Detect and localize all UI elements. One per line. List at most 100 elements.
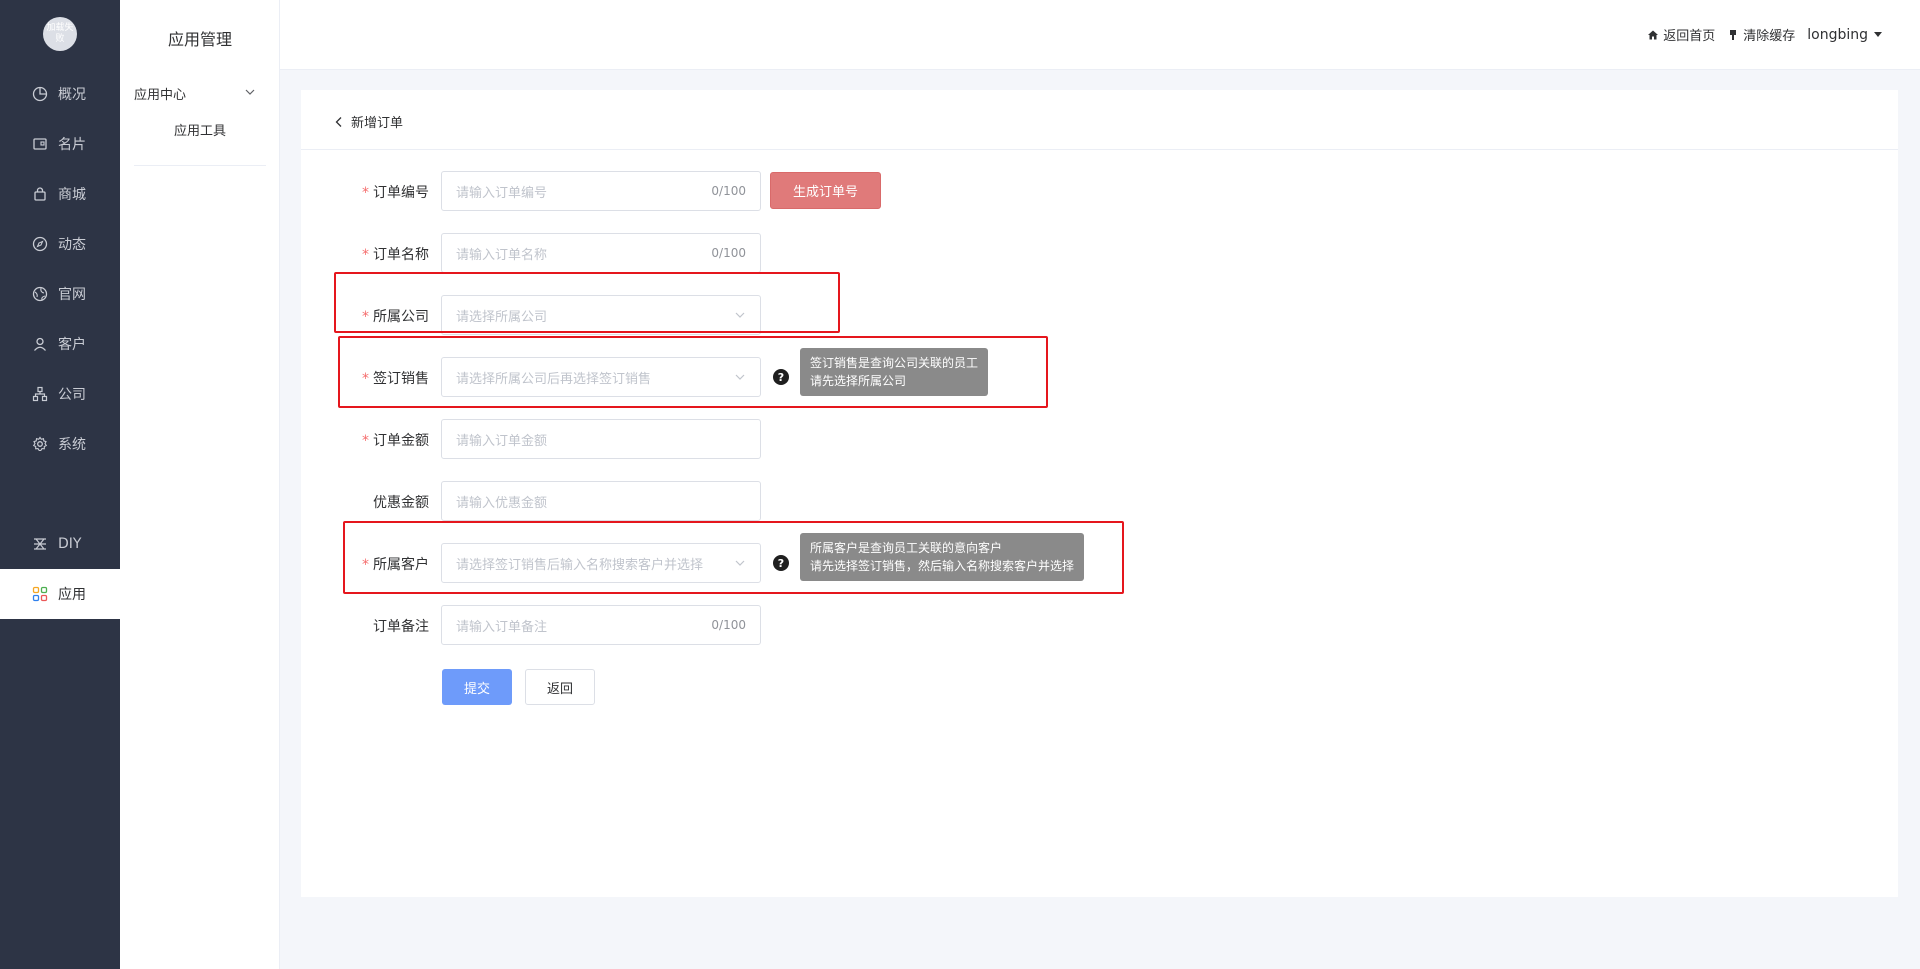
nav-label: 动态 bbox=[58, 237, 86, 253]
card-divider bbox=[301, 149, 1898, 150]
nav-item-shop[interactable]: 商城 bbox=[0, 169, 120, 219]
brush-icon bbox=[1730, 29, 1737, 40]
company-placeholder: 请选择所属公司 bbox=[456, 309, 548, 325]
amount-input[interactable]: 请输入订单金额 bbox=[441, 419, 761, 459]
sales-tip-line1: 签订销售是查询公司关联的员工 bbox=[810, 356, 979, 370]
form-row-remark: 订单备注 请输入订单备注 0/100 bbox=[301, 605, 1301, 645]
customer-label: * 所属客户 bbox=[362, 557, 429, 573]
nav-item-feed[interactable]: 动态 bbox=[0, 219, 120, 269]
nav-label: 名片 bbox=[58, 137, 86, 153]
nav-label: 系统 bbox=[58, 437, 86, 453]
username: longbing bbox=[1807, 26, 1868, 43]
chevron-down-icon[interactable] bbox=[244, 86, 256, 98]
submenu-item-app-tools[interactable]: 应用工具 bbox=[120, 120, 280, 139]
sales-tip-line2: 请先选择所属公司 bbox=[810, 374, 907, 388]
customer-select[interactable]: 请选择签订销售后输入名称搜索客户并选择 bbox=[441, 543, 761, 583]
generate-order-no-button[interactable]: 生成订单号 bbox=[770, 172, 881, 209]
form-row-discount: 优惠金额 请输入优惠金额 bbox=[301, 481, 1301, 521]
remark-count: 0/100 bbox=[711, 618, 746, 632]
home-link[interactable]: 返回首页 bbox=[1647, 25, 1715, 44]
card-icon bbox=[33, 138, 47, 150]
nav-label: 商城 bbox=[58, 187, 86, 203]
discount-placeholder: 请输入优惠金额 bbox=[456, 495, 548, 511]
header-actions: 返回首页 清除缓存 longbing bbox=[1635, 25, 1882, 44]
secondary-sidebar: 应用管理 应用中心 应用工具 bbox=[120, 0, 280, 969]
chevron-down-icon bbox=[735, 374, 745, 380]
nav-item-diy[interactable]: DIY bbox=[0, 519, 120, 569]
nav-label: 应用 bbox=[58, 587, 86, 603]
order-no-count: 0/100 bbox=[711, 184, 746, 198]
chevron-left-icon bbox=[335, 116, 342, 127]
company-label: * 所属公司 bbox=[362, 309, 429, 325]
page-title: 新增订单 bbox=[351, 116, 404, 131]
form-row-order-name: * 订单名称 请输入订单名称 0/100 bbox=[301, 233, 1301, 273]
nav-item-apps[interactable]: 应用 bbox=[0, 569, 120, 619]
nav-label: 客户 bbox=[58, 337, 86, 353]
nav-label: DIY bbox=[58, 536, 82, 552]
company-select[interactable]: 请选择所属公司 bbox=[441, 295, 761, 335]
question-icon[interactable]: ? bbox=[773, 369, 789, 385]
home-label: 返回首页 bbox=[1663, 29, 1716, 44]
chevron-down-icon bbox=[735, 312, 745, 318]
order-name-placeholder: 请输入订单名称 bbox=[456, 247, 548, 263]
form-row-order-no: * 订单编号 请输入订单编号 0/100 生成订单号 bbox=[301, 171, 1301, 211]
main-card: 新增订单 * 订单编号 请输入订单编号 0/100 生成订单号 * 订单名称 请输入… bbox=[301, 90, 1898, 897]
submit-button[interactable]: 提交 bbox=[442, 669, 512, 705]
form-row-amount: * 订单金额 请输入订单金额 bbox=[301, 419, 1301, 459]
user-menu[interactable]: longbing bbox=[1807, 27, 1882, 43]
clear-cache-label: 清除缓存 bbox=[1743, 29, 1796, 44]
nav-item-company[interactable]: 公司 bbox=[0, 369, 120, 419]
logo-avatar[interactable]: 加载失败 bbox=[43, 17, 77, 51]
nav-item-card[interactable]: 名片 bbox=[0, 119, 120, 169]
order-name-label: * 订单名称 bbox=[362, 247, 429, 263]
sales-tooltip: 签订销售是查询公司关联的员工 请先选择所属公司 bbox=[800, 348, 988, 396]
form-row-sales: * 签订销售 请选择所属公司后再选择签订销售 ? 签订销售是查询公司关联的员工 请… bbox=[301, 348, 1301, 397]
remark-placeholder: 请输入订单备注 bbox=[456, 619, 548, 635]
submenu-divider bbox=[134, 165, 266, 166]
discount-input[interactable]: 请输入优惠金额 bbox=[441, 481, 761, 521]
globe-icon bbox=[32, 286, 48, 302]
remark-input[interactable]: 请输入订单备注 0/100 bbox=[441, 605, 761, 645]
shop-bag-icon bbox=[34, 187, 46, 201]
caret-down-icon bbox=[1874, 32, 1882, 37]
nav-label: 概况 bbox=[58, 87, 86, 103]
compass-icon bbox=[32, 236, 48, 252]
customer-placeholder: 请选择签订销售后输入名称搜索客户并选择 bbox=[456, 557, 704, 573]
nav-label: 公司 bbox=[58, 387, 86, 403]
pie-chart-icon bbox=[32, 86, 48, 102]
order-name-input[interactable]: 请输入订单名称 0/100 bbox=[441, 233, 761, 273]
sales-label: * 签订销售 bbox=[362, 371, 429, 387]
org-chart-icon bbox=[32, 386, 48, 402]
order-no-input[interactable]: 请输入订单编号 0/100 bbox=[441, 171, 761, 211]
diy-icon bbox=[34, 538, 46, 550]
main-sidebar: 加载失败 概况 名片 商城 动态 官网 客户 公司 系统 DIY 应用 bbox=[0, 0, 120, 969]
form-row-customer: * 所属客户 请选择签订销售后输入名称搜索客户并选择 ? 所属客户是查询员工关联的… bbox=[301, 533, 1301, 583]
user-icon bbox=[34, 337, 46, 351]
home-icon bbox=[1648, 30, 1659, 39]
customer-tip-line1: 所属客户是查询员工关联的意向客户 bbox=[810, 541, 1003, 555]
nav-item-website[interactable]: 官网 bbox=[0, 269, 120, 319]
amount-placeholder: 请输入订单金额 bbox=[456, 433, 548, 449]
apps-grid-icon bbox=[32, 586, 48, 602]
top-header: 返回首页 清除缓存 longbing bbox=[280, 0, 1920, 70]
amount-label: * 订单金额 bbox=[362, 433, 429, 449]
sales-placeholder: 请选择所属公司后再选择签订销售 bbox=[456, 371, 652, 387]
gear-icon bbox=[32, 436, 48, 452]
customer-tooltip: 所属客户是查询员工关联的意向客户 请先选择签订销售，然后输入名称搜索客户并选择 bbox=[800, 533, 1084, 581]
nav-item-customer[interactable]: 客户 bbox=[0, 319, 120, 369]
submenu-title: 应用管理 bbox=[167, 30, 232, 49]
form-row-company: * 所属公司 请选择所属公司 bbox=[301, 295, 1301, 335]
nav-item-overview[interactable]: 概况 bbox=[0, 69, 120, 119]
back-title-link[interactable]: 新增订单 bbox=[333, 112, 403, 131]
question-icon[interactable]: ? bbox=[773, 555, 789, 571]
order-no-placeholder: 请输入订单编号 bbox=[456, 185, 548, 201]
order-name-count: 0/100 bbox=[711, 246, 746, 260]
sales-select[interactable]: 请选择所属公司后再选择签订销售 bbox=[441, 357, 761, 397]
clear-cache-link[interactable]: 清除缓存 bbox=[1727, 25, 1795, 44]
nav-item-system[interactable]: 系统 bbox=[0, 419, 120, 469]
nav-label: 官网 bbox=[58, 287, 86, 303]
back-button[interactable]: 返回 bbox=[525, 669, 595, 705]
remark-label: 订单备注 bbox=[373, 619, 429, 635]
customer-tip-line2: 请先选择签订销售，然后输入名称搜索客户并选择 bbox=[810, 559, 1075, 573]
discount-label: 优惠金额 bbox=[373, 495, 429, 511]
